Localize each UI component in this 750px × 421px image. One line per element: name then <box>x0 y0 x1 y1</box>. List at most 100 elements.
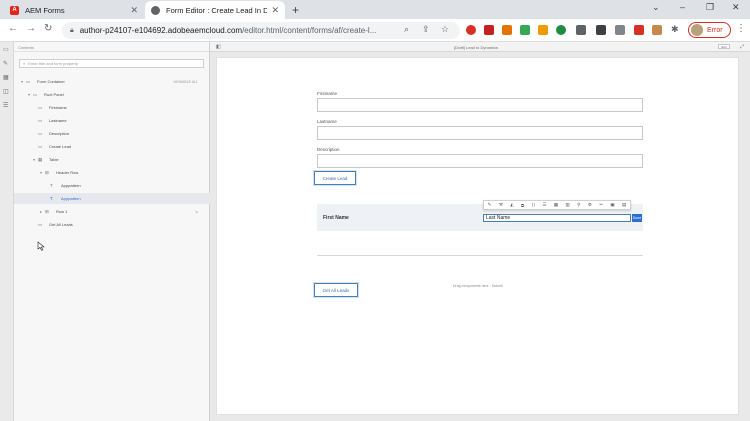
extension-icon[interactable] <box>556 25 566 35</box>
row-icon: ⊞ <box>45 208 49 214</box>
description-input[interactable] <box>317 154 643 168</box>
panel-icon: ▭ <box>33 91 38 97</box>
divider <box>317 255 643 256</box>
tree-item-apppattern-selected[interactable]: T Apppattern <box>14 193 210 204</box>
window-close-button[interactable]: ✕ <box>732 2 740 13</box>
tree-item-label: Header Row <box>56 170 79 175</box>
tree-item-table[interactable]: ▾ ▦ Table <box>14 154 210 165</box>
align-icon[interactable]: ☰ <box>543 202 547 208</box>
back-button[interactable]: ← <box>8 23 18 34</box>
panel-title: Contents <box>14 42 209 52</box>
more-icon[interactable]: ⋮ <box>736 23 746 34</box>
profile-button[interactable]: Error <box>688 22 731 38</box>
chevron-down-icon[interactable]: ⌄ <box>652 2 660 13</box>
layers-icon[interactable]: ▭ <box>3 46 11 53</box>
firstname-input[interactable] <box>317 98 643 112</box>
delete-icon[interactable]: ▤ <box>622 202 626 208</box>
extension-icon[interactable] <box>484 25 494 35</box>
data-icon[interactable]: ◫ <box>3 88 11 95</box>
tree-item-root-panel[interactable]: ▾ ▭ Root Panel <box>14 89 210 100</box>
tree-item-label: Table <box>49 157 59 162</box>
wrench-icon[interactable]: ⚒ <box>499 202 503 208</box>
extension-icon[interactable] <box>502 25 512 35</box>
aem-editor: ▭ ✎ ▦ ◫ ☰ Contents ⌕ Enter title and for… <box>0 42 750 421</box>
panel-toggle-icon[interactable]: ◧ <box>216 44 221 50</box>
extension-icon[interactable] <box>615 25 625 35</box>
tree-item-lastname[interactable]: ▭ Lastname <box>14 115 210 126</box>
wrench-icon[interactable]: ↘ <box>195 209 198 214</box>
copy-icon[interactable]: ⧉ <box>521 203 524 208</box>
text-icon: T <box>50 183 53 188</box>
tree-item-label: Root Panel <box>44 92 64 97</box>
script-icon[interactable]: ⟨⟩ <box>532 202 536 208</box>
link-icon[interactable]: ⚲ <box>577 202 580 208</box>
extension-icon[interactable] <box>538 25 548 35</box>
browser-toolbar: ← → ↻ 🔒︎ author-p24107-e104692.adobeaemc… <box>0 19 750 42</box>
url-path: /editor.html/content/forms/af/create-l..… <box>242 26 377 35</box>
row-icon: ⊞ <box>45 169 49 175</box>
address-bar[interactable]: 🔒︎ author-p24107-e104692.adobeaemcloud.c… <box>62 22 460 39</box>
extension-icon[interactable] <box>596 25 606 35</box>
tree-item-form-container[interactable]: ▾ ▭ Form Container VIEWABLE ALL <box>14 76 210 87</box>
extension-icon[interactable] <box>652 25 662 35</box>
share-icon[interactable]: ⇪ <box>422 24 430 35</box>
tree-search-input[interactable]: ⌕ Enter title and form property <box>19 59 204 68</box>
tree-icon[interactable]: ☰ <box>3 102 11 109</box>
extension-icon[interactable] <box>576 25 586 35</box>
inline-done-button[interactable]: Done <box>632 214 642 222</box>
reload-button[interactable]: ↻ <box>44 23 52 34</box>
get-all-leads-button[interactable]: Get All Leads <box>314 283 358 297</box>
mode-select[interactable]: Edit <box>718 44 730 49</box>
search-icon[interactable]: ⌕ <box>404 24 409 35</box>
tree-item-label: Get All Leads <box>49 222 73 227</box>
tree-item-description[interactable]: ▭ Description <box>14 128 210 139</box>
new-tab-button[interactable]: + <box>292 3 299 17</box>
extension-icon[interactable] <box>466 25 476 35</box>
globe-icon <box>151 5 160 15</box>
create-lead-button[interactable]: Create Lead <box>314 171 356 185</box>
table-cell-first-name[interactable]: First Name <box>323 215 349 221</box>
style-icon[interactable]: ◭ <box>510 202 513 208</box>
extension-icon[interactable] <box>520 25 530 35</box>
tree-item-row-1[interactable]: ▸ ⊞ Row 1 ↘ <box>14 206 210 217</box>
settings-icon[interactable]: ⚙ <box>588 202 592 208</box>
tree-item-header-row[interactable]: ▾ ⊞ Header Row <box>14 167 210 178</box>
extension-icon[interactable] <box>634 25 644 35</box>
tree-item-get-all-leads[interactable]: ▭ Get All Leads <box>14 219 210 230</box>
tab-form-editor[interactable]: Form Editor : Create Lead In Dy ✕ <box>145 1 285 19</box>
star-icon[interactable]: ☆ <box>441 24 449 35</box>
search-icon: ⌕ <box>23 61 26 66</box>
paste-icon[interactable]: ▣ <box>610 202 614 208</box>
tree-item-label: Row 1 <box>56 209 68 214</box>
table-header-row[interactable]: First Name ✎ ⚒ ◭ ⧉ ⟨⟩ ☰ ▦ ▥ ⚲ ⚙ ✂ ▣ ▤ La… <box>317 200 643 231</box>
side-rail: ▭ ✎ ▦ ◫ ☰ <box>0 42 14 421</box>
tree-item-label: Form Container <box>37 79 65 84</box>
tree-item-firstname[interactable]: ▭ Firstname <box>14 102 210 113</box>
lock-icon[interactable]: 🔒︎ <box>70 27 74 35</box>
table-icon: ▦ <box>38 156 43 162</box>
fullscreen-icon[interactable]: ⤢ <box>740 44 744 50</box>
column-icon[interactable]: ▥ <box>566 202 570 208</box>
document-title: [Draft] Lead to Dynamics <box>454 45 499 50</box>
forward-button[interactable]: → <box>26 23 36 34</box>
tree-item-label: Lastname <box>49 118 67 123</box>
puzzle-icon[interactable]: ✱ <box>671 24 679 35</box>
text-icon: T <box>50 196 53 201</box>
cut-icon[interactable]: ✂ <box>599 202 603 208</box>
edit-icon[interactable]: ✎ <box>3 60 11 67</box>
tree-item-create-lead[interactable]: ▭ Create Lead <box>14 141 210 152</box>
close-icon[interactable]: ✕ <box>271 5 279 16</box>
textbox-icon: ▭ <box>38 117 43 123</box>
table-icon[interactable]: ▦ <box>554 202 558 208</box>
close-icon[interactable]: ✕ <box>130 5 138 16</box>
lastname-input[interactable] <box>317 126 643 140</box>
pencil-icon[interactable]: ✎ <box>488 202 492 208</box>
tab-aem-forms[interactable]: A AEM Forms ✕ <box>4 1 144 19</box>
button-icon: ▭ <box>38 143 43 149</box>
inline-edit-input[interactable]: Last Name <box>483 214 631 222</box>
assets-icon[interactable]: ▦ <box>3 74 11 81</box>
minimize-button[interactable]: – <box>680 2 685 12</box>
tree-item-apppattern[interactable]: T Apppattern <box>14 180 210 191</box>
restore-button[interactable]: ❐ <box>706 2 714 13</box>
textbox-icon: ▭ <box>38 130 43 136</box>
